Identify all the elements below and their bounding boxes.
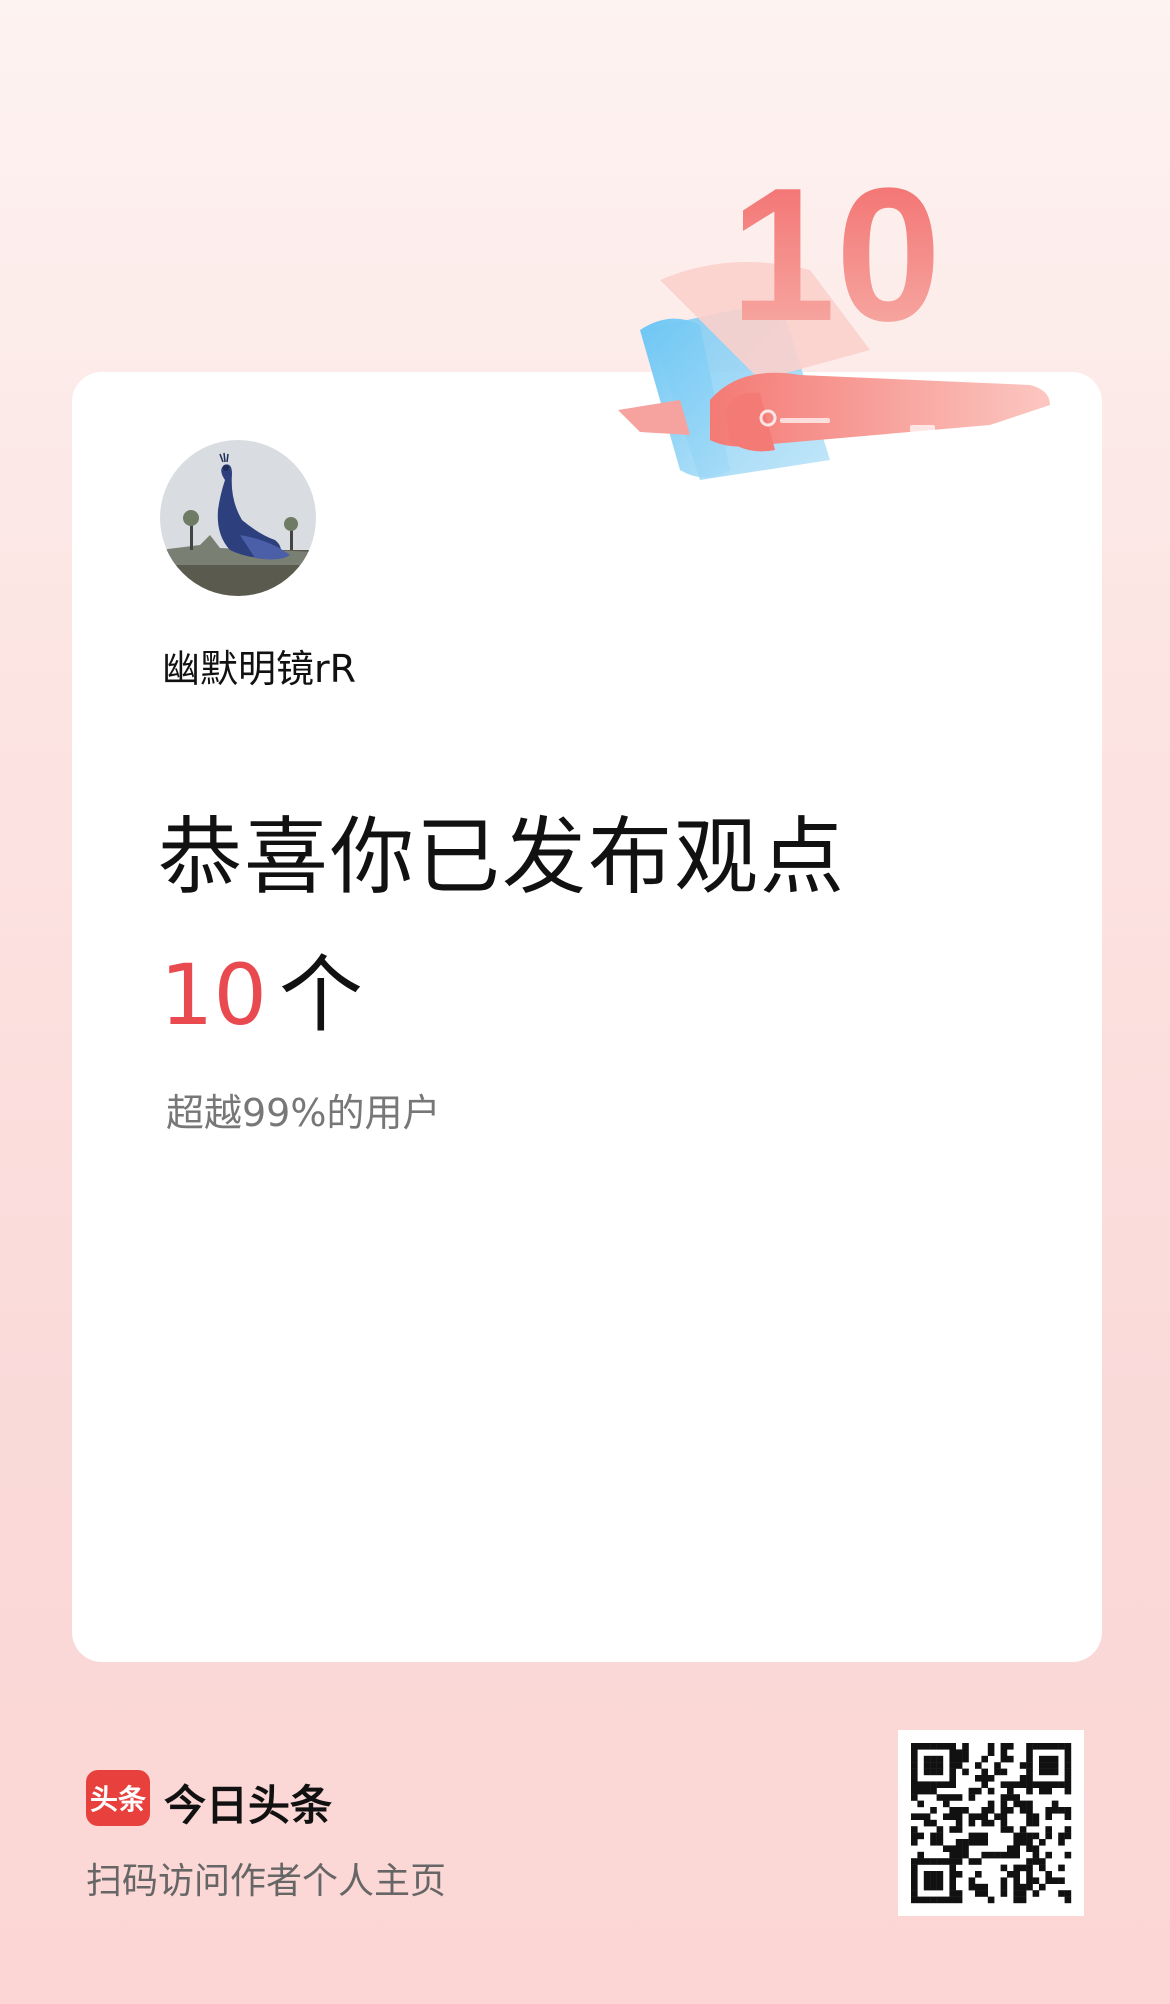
brand-name: 今日头条 [164, 1781, 333, 1830]
card-tab [72, 372, 512, 432]
count-unit: 个 [278, 946, 363, 1044]
achievement-count: 10 个 [160, 928, 363, 1049]
badge-number: 10 [730, 150, 941, 361]
count-number: 10 [160, 946, 267, 1044]
peacock-avatar-icon [160, 440, 316, 596]
badge-scroll-icon: 10 [618, 150, 1050, 480]
footer-cta: 扫码访问作者个人主页 [86, 1861, 447, 1902]
logo-text: 头条 [89, 1783, 146, 1816]
username: 幽默明镜rR [162, 647, 357, 691]
achievement-headline: 恭喜你已发布观点 [158, 808, 847, 906]
toutiao-logo-icon: 头条 [86, 1770, 150, 1826]
user-avatar[interactable] [160, 440, 316, 596]
qr-code-icon[interactable] [898, 1730, 1084, 1916]
achievement-subtitle: 超越99%的用户 [166, 1091, 441, 1135]
